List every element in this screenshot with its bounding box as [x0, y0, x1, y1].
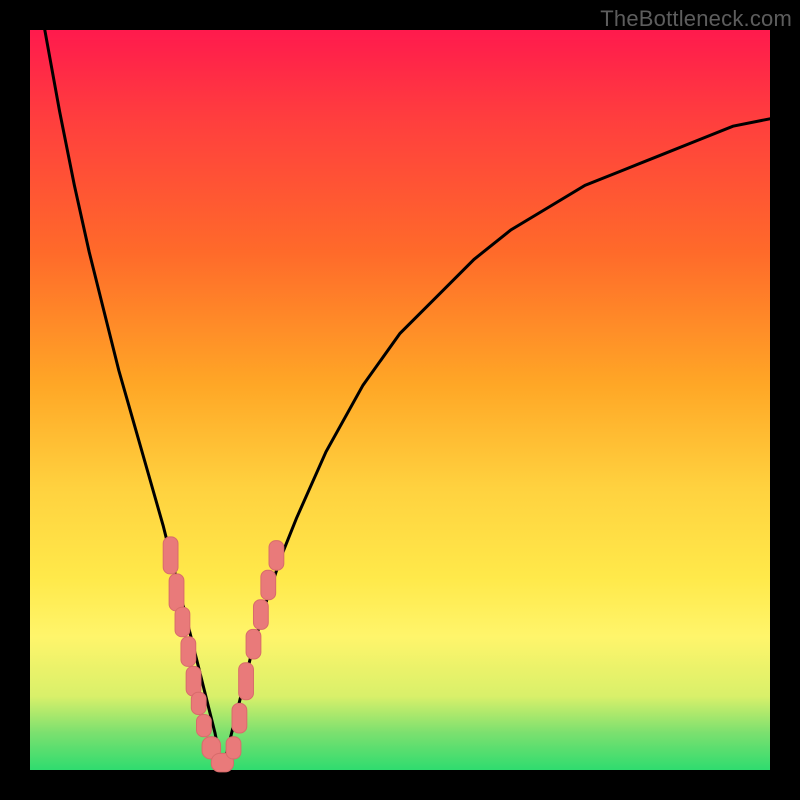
data-marker [253, 600, 268, 630]
chart-svg [30, 30, 770, 770]
data-marker [186, 666, 201, 696]
data-marker [197, 715, 212, 737]
data-marker [239, 663, 254, 700]
data-marker [232, 703, 247, 733]
data-marker [269, 541, 284, 571]
right-branch-path [222, 119, 770, 770]
right-branch-curve [222, 119, 770, 770]
data-marker [261, 570, 276, 600]
data-marker [163, 537, 178, 574]
plot-area [30, 30, 770, 770]
chart-frame: TheBottleneck.com [0, 0, 800, 800]
data-marker [181, 637, 196, 667]
watermark-text: TheBottleneck.com [600, 6, 792, 32]
data-marker [226, 737, 241, 759]
data-marker [246, 629, 261, 659]
data-marker [191, 692, 206, 714]
data-marker [175, 607, 190, 637]
marker-group [163, 537, 284, 772]
data-marker [169, 574, 184, 611]
